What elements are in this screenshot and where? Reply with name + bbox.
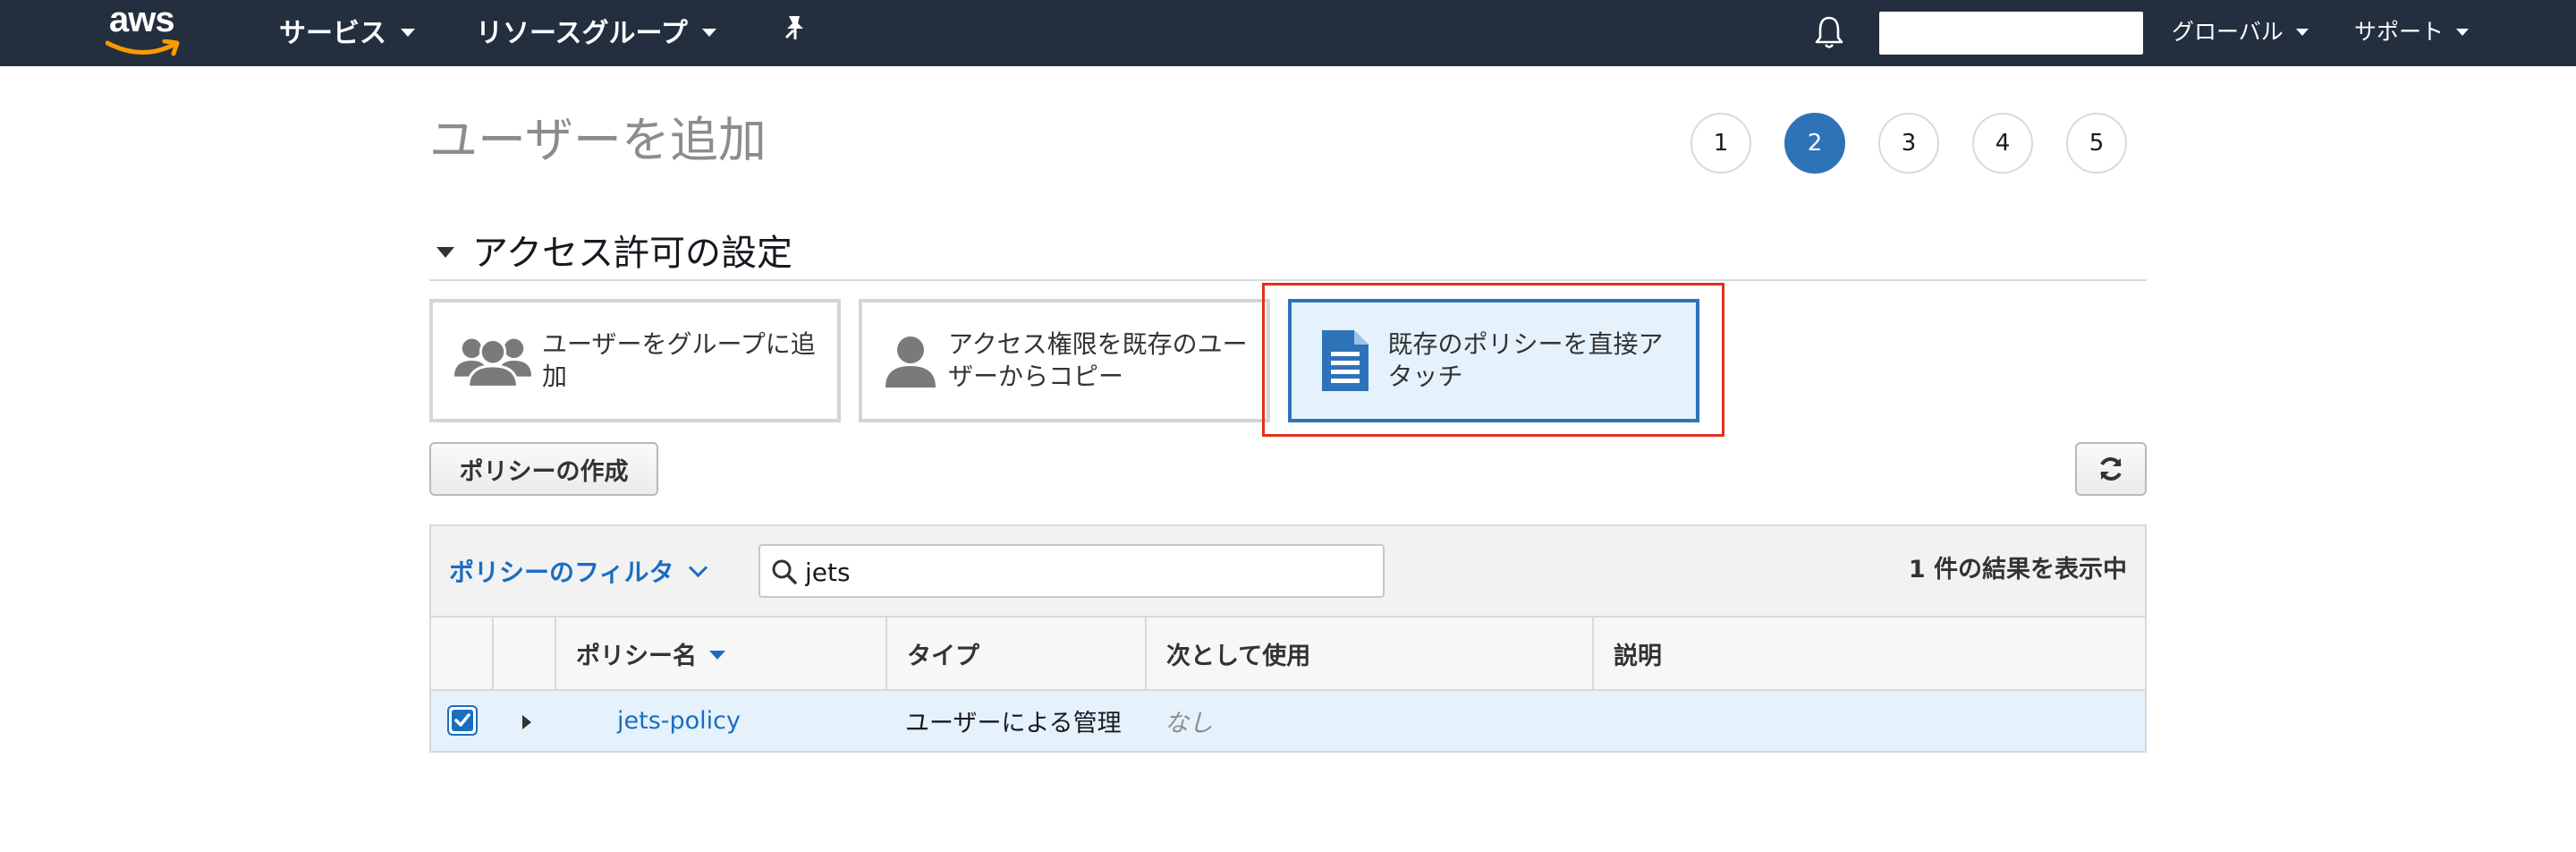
chevron-down-icon [689,558,708,577]
option-add-to-group[interactable]: ユーザーをグループに追加 [429,299,841,422]
column-label: 説明 [1614,642,1662,670]
column-label: タイプ [907,642,979,670]
step-4[interactable]: 4 [1972,113,2033,174]
column-header-used-as[interactable]: 次として使用 [1147,618,1594,691]
column-header-policy-name[interactable]: ポリシー名 [556,618,887,691]
option-label: ユーザーをグループに追加 [542,329,816,391]
resource-groups-label: リソースグループ [476,18,688,49]
checkbox-checked-fill [452,710,473,731]
policy-search-box[interactable] [758,544,1385,598]
check-icon [454,713,470,727]
search-input[interactable] [803,555,1361,589]
column-header-description[interactable]: 説明 [1594,618,2145,691]
step-2[interactable]: 2 [1784,113,1845,174]
support-menu[interactable]: サポート [2354,13,2470,48]
section-title: アクセス許可の設定 [472,233,792,274]
policy-name-link[interactable]: jets-policy [617,691,741,751]
bell-icon[interactable] [1814,14,1844,54]
aws-logo-text: aws [109,0,175,39]
account-menu[interactable] [1879,12,2143,55]
section-divider [429,279,2147,281]
chevron-down-icon [2295,29,2309,36]
search-icon [772,559,797,584]
aws-logo[interactable]: aws [106,0,188,56]
option-label: アクセス権限を既存のユーザーからコピー [948,329,1248,391]
page-title: ユーザーを追加 [429,112,767,168]
step-5[interactable]: 5 [2066,113,2127,174]
services-menu[interactable]: サービス [279,13,415,49]
result-count: 1 件の結果を表示中 [1908,556,2127,584]
collapse-caret-icon [436,247,454,258]
option-copy-permissions[interactable]: アクセス権限を既存のユーザーからコピー [859,299,1270,422]
user-icon [882,332,939,389]
policy-type: ユーザーによる管理 [905,710,1122,737]
permissions-section-header[interactable]: アクセス許可の設定 [429,224,792,276]
create-policy-button[interactable]: ポリシーの作成 [429,442,658,496]
expand-column-header [494,618,556,691]
services-label: サービス [279,18,386,49]
policy-used-as: なし [1165,710,1213,737]
chevron-down-icon [701,28,716,37]
expand-row-icon[interactable] [522,715,531,729]
refresh-button[interactable] [2075,442,2147,496]
policy-filter-dropdown[interactable]: ポリシーのフィルタ [449,553,708,589]
filter-label: ポリシーのフィルタ [449,558,674,587]
policy-table: ポリシーのフィルタ 1 件の結果を表示中 ポリシー名 タイプ 次として使用 説明 [429,524,2147,753]
aws-smile-icon [106,39,180,56]
column-header-type[interactable]: タイプ [887,618,1147,691]
region-menu[interactable]: グローバル [2172,13,2309,48]
column-label: ポリシー名 [576,642,697,670]
pin-icon[interactable] [784,14,807,47]
table-toolbar: ポリシーのフィルタ 1 件の結果を表示中 [431,526,2145,618]
row-checkbox[interactable] [447,705,478,736]
chevron-down-icon [401,28,415,37]
region-label: グローバル [2172,19,2284,45]
step-1[interactable]: 1 [1690,113,1751,174]
support-label: サポート [2354,19,2445,45]
column-label: 次として使用 [1166,642,1311,670]
select-column-header [431,618,494,691]
sort-descending-icon [709,651,725,660]
table-row[interactable]: jets-policy ユーザーによる管理 なし [431,691,2145,751]
highlight-annotation-box [1262,283,1724,437]
chevron-down-icon [2456,29,2470,36]
user-group-icon [453,332,533,389]
step-3[interactable]: 3 [1878,113,1939,174]
refresh-icon [2100,457,2122,481]
resource-groups-menu[interactable]: リソースグループ [476,13,716,49]
top-navigation-bar: aws サービス リソースグループ グローバル サポート [0,0,2576,66]
